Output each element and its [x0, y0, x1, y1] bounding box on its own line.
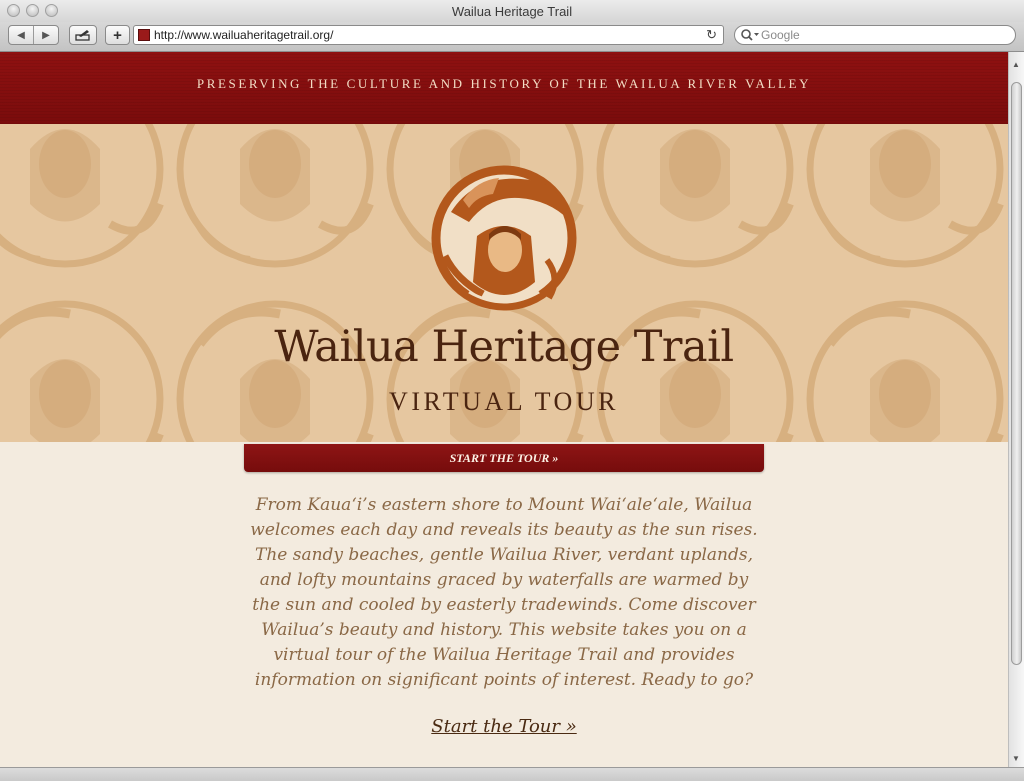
forward-icon: ▶	[42, 29, 50, 41]
compose-button[interactable]	[69, 25, 97, 45]
address-bar[interactable]: http://www.wailuaheritagetrail.org/ ↻	[133, 25, 724, 45]
start-link-wrap: Start the Tour »	[0, 716, 1008, 737]
intro-paragraph: From Kaua‘i’s eastern shore to Mount Wai…	[250, 495, 758, 690]
vertical-scrollbar[interactable]: ▲ ▼	[1008, 52, 1024, 767]
site-title: Wailua Heritage Trail	[274, 322, 734, 372]
reload-icon[interactable]: ↻	[706, 27, 717, 43]
page-viewport: PRESERVING THE CULTURE AND HISTORY OF TH…	[0, 52, 1008, 767]
back-button[interactable]: ◀	[9, 26, 33, 44]
scroll-thumb[interactable]	[1011, 82, 1022, 665]
window-titlebar: Wailua Heritage Trail	[0, 0, 1024, 22]
nav-buttons: ◀ ▶	[8, 25, 59, 45]
start-tour-bar-label: START THE TOUR »	[449, 450, 559, 465]
browser-toolbar: ◀ ▶ + http://www.wailuaheritagetrail.org…	[0, 22, 1024, 52]
url-text[interactable]: http://www.wailuaheritagetrail.org/	[154, 28, 333, 42]
start-tour-link[interactable]: Start the Tour »	[431, 716, 576, 737]
tagline: PRESERVING THE CULTURE AND HISTORY OF TH…	[196, 76, 812, 91]
back-icon: ◀	[17, 29, 25, 41]
emblem-logo	[431, 165, 577, 311]
search-icon[interactable]	[740, 28, 760, 42]
favicon	[138, 29, 150, 41]
scroll-down-icon[interactable]: ▼	[1012, 754, 1020, 763]
scroll-up-icon[interactable]: ▲	[1012, 60, 1020, 69]
add-icon: +	[113, 26, 122, 44]
status-bar	[0, 767, 1024, 781]
start-tour-bar-button[interactable]: START THE TOUR »	[244, 444, 764, 472]
top-banner: PRESERVING THE CULTURE AND HISTORY OF TH…	[0, 52, 1008, 124]
search-field[interactable]	[734, 25, 1016, 45]
add-bookmark-button[interactable]: +	[105, 25, 130, 45]
hero: Wailua Heritage Trail VIRTUAL TOUR	[0, 124, 1008, 442]
forward-button[interactable]: ▶	[33, 26, 58, 44]
window-title: Wailua Heritage Trail	[451, 4, 573, 19]
compose-icon	[75, 30, 90, 41]
search-input[interactable]	[761, 28, 1001, 42]
site-subtitle: VIRTUAL TOUR	[389, 387, 619, 416]
